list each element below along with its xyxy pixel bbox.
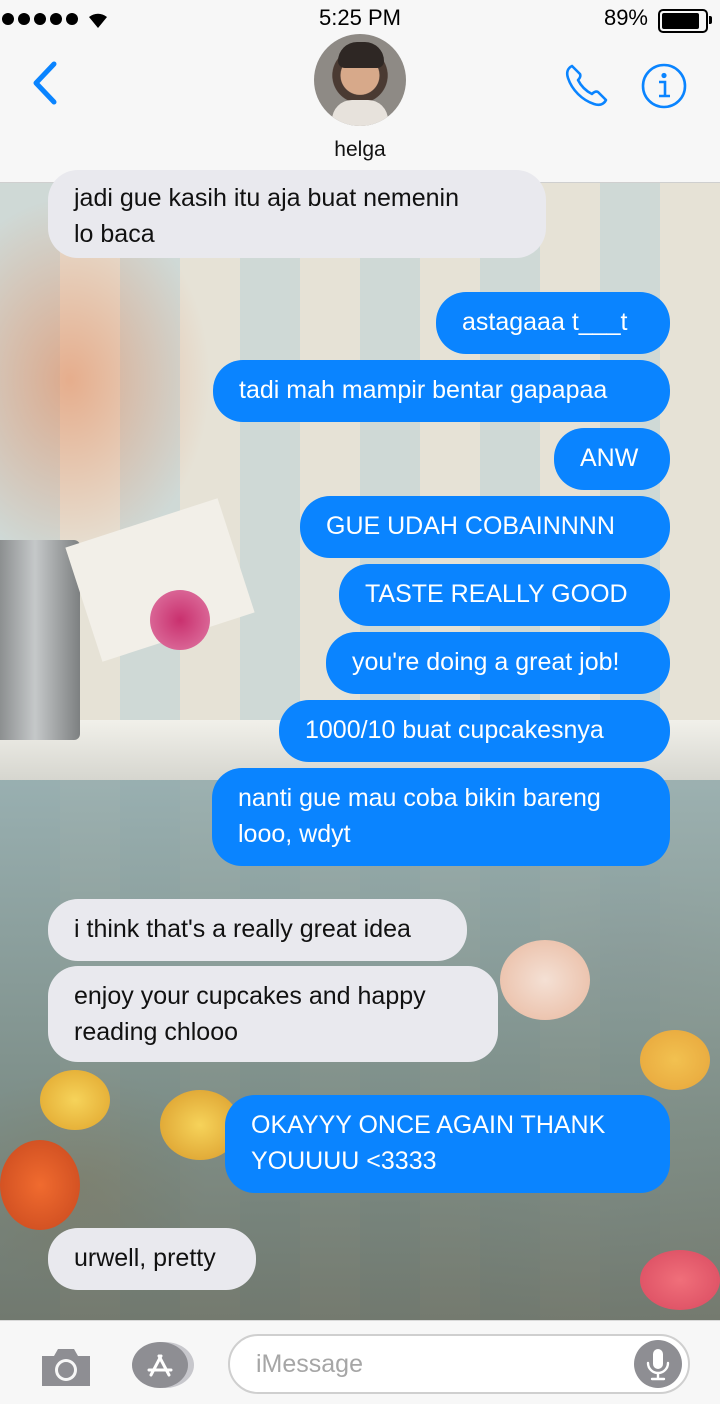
contact-name[interactable]: helga — [0, 138, 720, 162]
message-sent[interactable]: tadi mah mampir bentar gapapaa — [213, 360, 670, 422]
battery-percentage: 89% — [603, 5, 648, 30]
message-sent[interactable]: nanti gue mau coba bikin bareng looo, wd… — [212, 768, 677, 866]
message-sent[interactable]: astagaaa t___t — [436, 292, 670, 354]
message-input[interactable] — [228, 1334, 690, 1394]
message-sent[interactable]: you're doing a great job! — [326, 632, 670, 694]
message-received[interactable]: jadi gue kasih itu aja buat nemenin lo b… — [48, 170, 546, 258]
phone-icon[interactable] — [562, 60, 610, 110]
message-sent[interactable]: OKAYYY ONCE AGAIN THANK YOUUUU <3333 — [225, 1095, 677, 1193]
chevron-left-icon[interactable] — [26, 58, 66, 108]
conversation-header: 5:25 PM 89% helga — [0, 0, 720, 183]
message-sent[interactable]: TASTE REALLY GOOD — [339, 564, 670, 626]
message-sent[interactable]: GUE UDAH COBAINNNN — [300, 496, 670, 558]
info-icon[interactable] — [640, 62, 688, 110]
message-received[interactable]: i think that's a really great idea — [48, 899, 467, 961]
app-store-icon[interactable] — [131, 1340, 195, 1390]
message-sent[interactable]: 1000/10 buat cupcakesnya — [279, 700, 670, 762]
message-sent[interactable]: ANW — [554, 428, 670, 490]
microphone-icon[interactable] — [634, 1340, 682, 1388]
avatar[interactable] — [314, 34, 406, 126]
camera-icon[interactable] — [38, 1344, 94, 1390]
message-received[interactable]: enjoy your cupcakes and happy reading ch… — [41, 966, 498, 1062]
battery-icon — [658, 9, 712, 33]
message-received[interactable]: urwell, pretty — [41, 1228, 256, 1290]
